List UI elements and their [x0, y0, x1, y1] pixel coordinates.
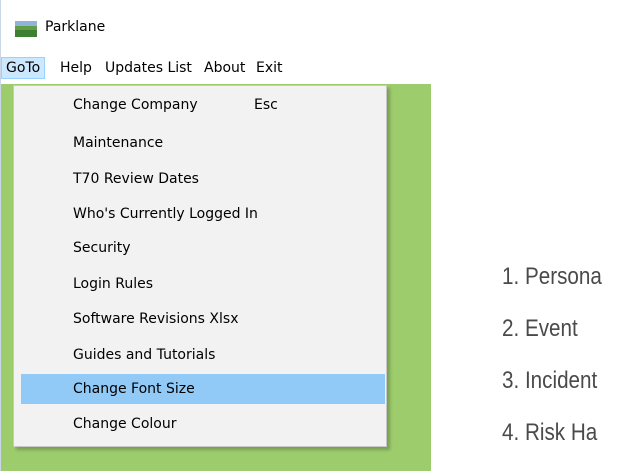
- menu-help[interactable]: Help: [56, 58, 96, 78]
- menu-item-security[interactable]: Security: [21, 233, 385, 263]
- parklane-app-icon: [15, 21, 37, 37]
- content-line-1[interactable]: 1. Persona: [502, 263, 602, 291]
- content-line-3[interactable]: 3. Incident: [502, 367, 597, 395]
- window-title: Parklane: [45, 19, 106, 35]
- menu-item-shortcut: Esc: [254, 97, 278, 113]
- menu-item-label: Security: [73, 240, 131, 256]
- goto-dropdown-menu: Change Company Esc Maintenance T70 Revie…: [13, 85, 387, 447]
- menu-about[interactable]: About: [200, 58, 249, 78]
- menu-item-label: Maintenance: [73, 135, 164, 151]
- menu-item-t70-review-dates[interactable]: T70 Review Dates: [21, 164, 385, 194]
- menu-item-change-colour[interactable]: Change Colour: [21, 409, 385, 439]
- menu-item-login-rules[interactable]: Login Rules: [21, 269, 385, 299]
- menu-updates-list[interactable]: Updates List: [101, 58, 196, 78]
- menu-item-label: Change Company: [73, 97, 198, 113]
- menu-item-software-revisions[interactable]: Software Revisions Xlsx: [21, 304, 385, 334]
- menu-item-whos-logged-in[interactable]: Who's Currently Logged In: [21, 199, 385, 229]
- menu-item-label: Login Rules: [73, 276, 153, 292]
- menu-item-label: Change Colour: [73, 416, 177, 432]
- menu-bar: GoTo Help Updates List About Exit: [1, 52, 635, 84]
- menu-item-change-company[interactable]: Change Company Esc: [21, 90, 385, 120]
- content-line-2[interactable]: 2. Event: [502, 315, 578, 343]
- content-line-4[interactable]: 4. Risk Ha: [502, 419, 597, 447]
- menu-item-change-font-size[interactable]: Change Font Size: [21, 374, 385, 404]
- menu-item-maintenance[interactable]: Maintenance: [21, 128, 385, 158]
- menu-item-label: Who's Currently Logged In: [73, 206, 258, 222]
- title-bar: Parklane: [1, 0, 635, 52]
- app-window: Parklane GoTo Help Updates List About Ex…: [0, 0, 635, 471]
- menu-item-label: T70 Review Dates: [73, 171, 199, 187]
- menu-item-label: Software Revisions Xlsx: [73, 311, 239, 327]
- menu-item-label: Change Font Size: [73, 381, 195, 397]
- menu-item-guides-tutorials[interactable]: Guides and Tutorials: [21, 340, 385, 370]
- menu-goto[interactable]: GoTo: [1, 57, 46, 79]
- menu-exit[interactable]: Exit: [252, 58, 287, 78]
- menu-item-label: Guides and Tutorials: [73, 347, 216, 363]
